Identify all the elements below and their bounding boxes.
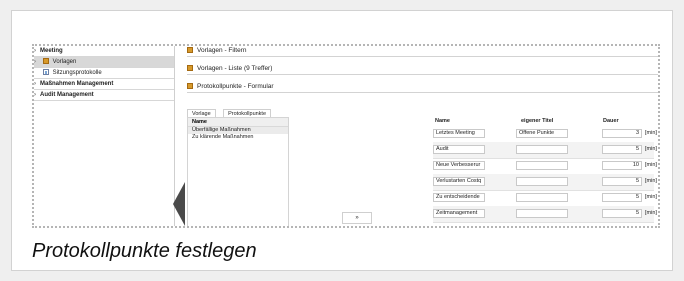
duration-field[interactable]: 5 (602, 177, 642, 186)
selected-items-grid: Name eigener Titel Dauer Letztes Meeting… (433, 117, 657, 227)
panel-header-filter[interactable]: Vorlagen - Filtern (187, 46, 658, 57)
sidebar: › Meeting › Vorlagen Sitzungsprotokolle … (34, 46, 175, 226)
figure-card: › Meeting › Vorlagen Sitzungsprotokolle … (11, 10, 673, 271)
column-header-duration[interactable]: Dauer (603, 117, 619, 125)
duration-field[interactable]: 5 (602, 209, 642, 218)
move-right-button[interactable]: » (342, 212, 372, 224)
folder-icon (187, 47, 193, 53)
title-field[interactable] (516, 145, 568, 154)
table-row: Letztes Meeting Offene Punkte 3 [min] (433, 126, 657, 143)
duration-field[interactable]: 10 (602, 161, 642, 170)
sidebar-item-sitzungsprotokolle[interactable]: Sitzungsprotokolle (34, 68, 174, 79)
available-items-list: Name Überfällige Maßnahmen Zu klärende M… (187, 117, 289, 228)
chevron-icon[interactable]: › (34, 79, 36, 89)
column-header-name[interactable]: Name (435, 117, 450, 125)
unit-label: [min] (645, 130, 657, 136)
sidebar-item-label: Meeting (40, 48, 63, 54)
folder-icon (187, 83, 193, 89)
panel-title: Vorlagen - Liste (9 Treffer) (197, 65, 273, 72)
sidebar-item-label: Audit Management (40, 92, 94, 98)
table-row: Zu entscheidende 5 [min] (433, 190, 657, 207)
unit-label: [min] (645, 210, 657, 216)
sidebar-item-label: Vorlagen (52, 59, 77, 65)
sidebar-collapse-handle[interactable] (173, 182, 185, 226)
sidebar-item-meeting[interactable]: › Meeting (34, 46, 174, 57)
duration-field[interactable]: 5 (602, 193, 642, 202)
folder-icon (43, 58, 49, 64)
border-left (32, 44, 34, 228)
sidebar-item-massnahmen-management[interactable]: › Maßnahmen Management (34, 79, 174, 90)
unit-label: [min] (645, 146, 657, 152)
name-field[interactable]: Neue Verbesserur (433, 161, 485, 170)
grid-header: Name eigener Titel Dauer (433, 117, 654, 125)
folder-icon (187, 65, 193, 71)
app-screenshot: › Meeting › Vorlagen Sitzungsprotokolle … (32, 44, 660, 228)
sidebar-item-label: Maßnahmen Management (40, 81, 114, 87)
column-header-name[interactable]: Name (188, 118, 288, 127)
table-row: Neue Verbesserur 10 [min] (433, 158, 657, 175)
name-field[interactable]: Verlustarten Costq (433, 177, 485, 186)
tab-strip: Vorlage Protokollpunkte (187, 102, 274, 120)
unit-label: [min] (645, 178, 657, 184)
duration-field[interactable]: 3 (602, 129, 642, 138)
table-row: Verlustarten Costq 5 [min] (433, 174, 657, 191)
list-item[interactable]: Zu klärende Maßnahmen (188, 134, 288, 141)
title-field[interactable] (516, 209, 568, 218)
panel-title: Protokollpunkte - Formular (197, 83, 274, 90)
sidebar-item-label: Sitzungsprotokolle (52, 70, 102, 76)
unit-label: [min] (645, 162, 657, 168)
panel-header-form[interactable]: Protokollpunkte - Formular (187, 82, 658, 93)
chevron-icon[interactable]: › (34, 90, 36, 100)
figure-caption: Protokollpunkte festlegen (32, 240, 257, 262)
list-item[interactable]: Überfällige Maßnahmen (188, 127, 288, 134)
name-field[interactable]: Zeitmanagement (433, 209, 485, 218)
document-icon (43, 69, 49, 75)
column-header-title[interactable]: eigener Titel (521, 117, 553, 125)
duration-field[interactable]: 5 (602, 145, 642, 154)
table-row: Zeitmanagement 5 [min] (433, 206, 657, 223)
table-row: Audit 5 [min] (433, 142, 657, 159)
chevron-icon[interactable]: › (34, 46, 36, 56)
title-field[interactable] (516, 177, 568, 186)
unit-label: [min] (645, 194, 657, 200)
name-field[interactable]: Zu entscheidende (433, 193, 485, 202)
title-field[interactable]: Offene Punkte (516, 129, 568, 138)
panel-title: Vorlagen - Filtern (197, 47, 247, 54)
title-field[interactable] (516, 161, 568, 170)
panel-header-list[interactable]: Vorlagen - Liste (9 Treffer) (187, 64, 658, 75)
sidebar-item-vorlagen[interactable]: › Vorlagen (34, 57, 174, 68)
sidebar-item-audit-management[interactable]: › Audit Management (34, 90, 174, 101)
name-field[interactable]: Letztes Meeting (433, 129, 485, 138)
chevron-icon[interactable]: › (34, 57, 36, 67)
name-field[interactable]: Audit (433, 145, 485, 154)
title-field[interactable] (516, 193, 568, 202)
border-right (658, 44, 660, 228)
